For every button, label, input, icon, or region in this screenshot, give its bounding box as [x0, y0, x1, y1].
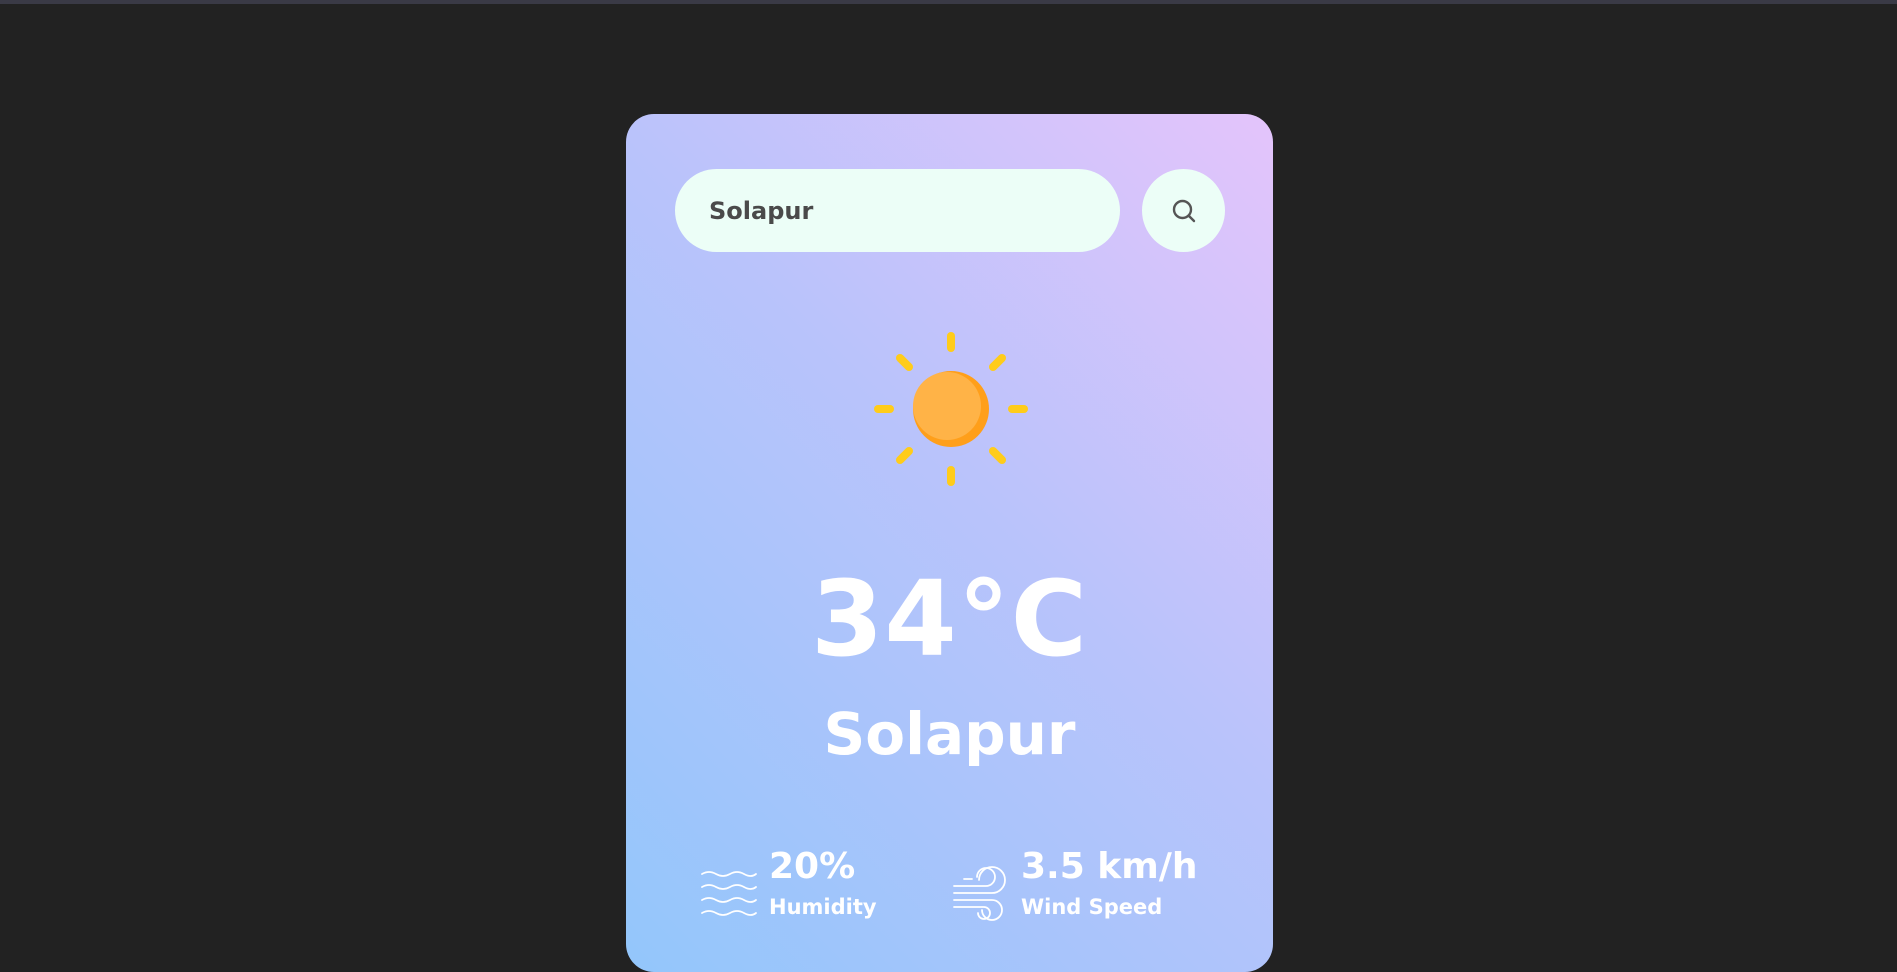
- humidity-value: 20%: [769, 846, 856, 887]
- search-icon: [1172, 199, 1195, 222]
- browser-top-strip: [0, 0, 1897, 4]
- wind-speed-value: 3.5 km/h: [1021, 846, 1198, 887]
- wind-speed-label: Wind Speed: [1021, 895, 1163, 919]
- humidity-label: Humidity: [769, 895, 877, 919]
- city-search-input[interactable]: [675, 169, 1120, 252]
- search-button[interactable]: [1142, 169, 1225, 252]
- temperature-value: 34°C: [810, 558, 1089, 680]
- sun-icon: [874, 332, 1028, 486]
- weather-details: 20% Humidity 3.5 km/h Wind Speed: [700, 844, 1220, 934]
- city-name: Solapur: [823, 700, 1076, 768]
- humidity-waves-icon: [701, 871, 757, 916]
- wind-icon: [953, 866, 1006, 921]
- weather-card: 34°C Solapur 20% Humidity: [626, 114, 1273, 972]
- search-bar: [675, 169, 1225, 252]
